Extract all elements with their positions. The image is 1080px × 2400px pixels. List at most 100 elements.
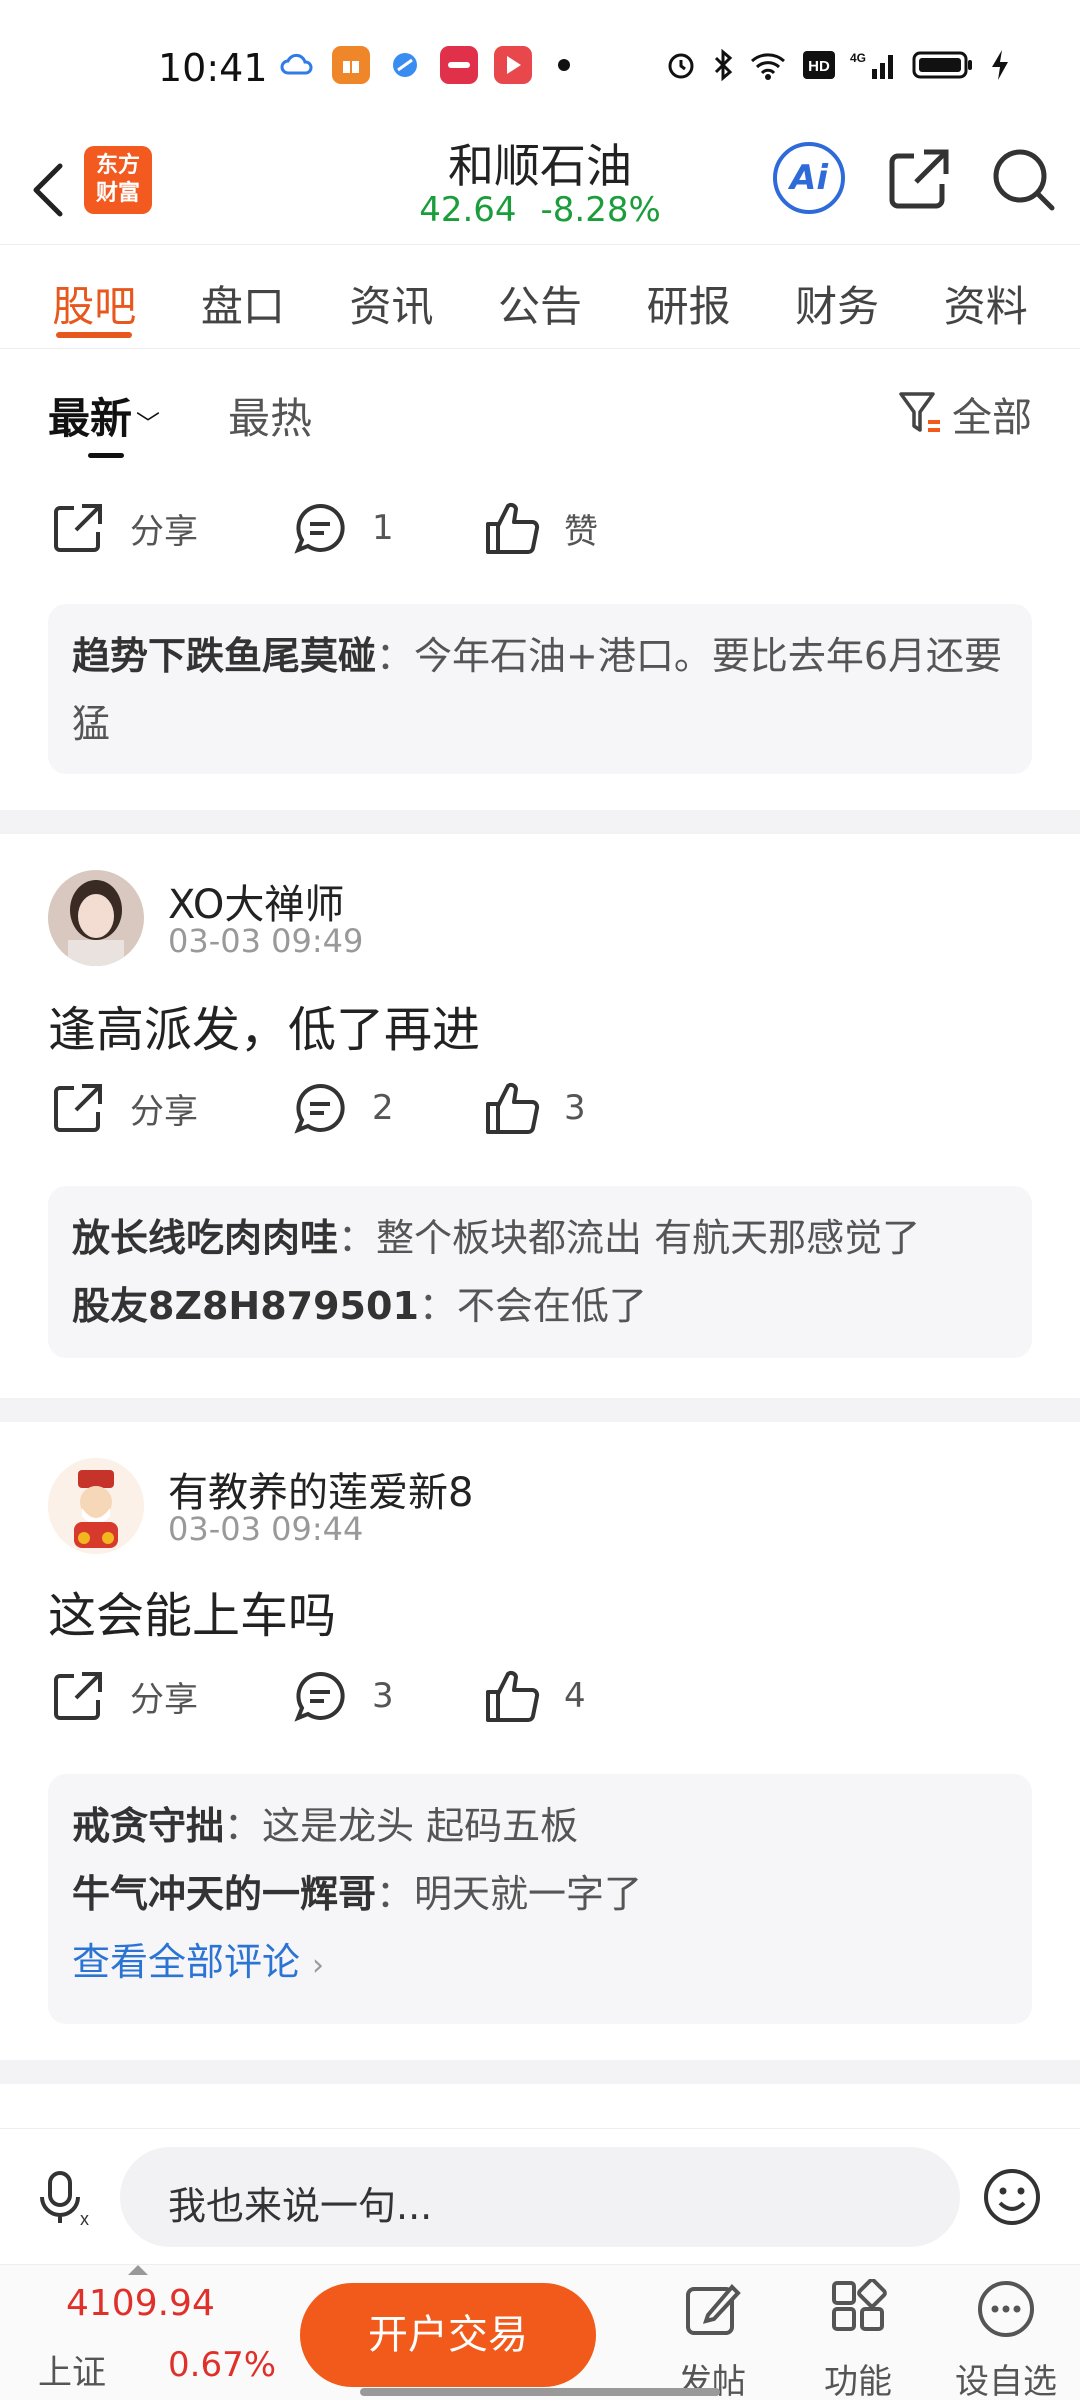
reply-author[interactable]: 戒贪守拙 bbox=[72, 1804, 224, 1848]
reply-box[interactable]: 放长线吃肉肉哇：整个板块都流出 有航天那感觉了 股友8Z8H879501：不会在… bbox=[48, 1186, 1032, 1358]
grid-icon bbox=[832, 2278, 887, 2331]
tab-research[interactable]: 研报 bbox=[614, 245, 763, 348]
filter-icon bbox=[899, 392, 940, 432]
share-button[interactable]: 分享 bbox=[50, 1080, 198, 1136]
like-button[interactable]: 4 bbox=[484, 1668, 586, 1724]
index-name[interactable]: 上证 bbox=[38, 2345, 106, 2394]
more-icon bbox=[978, 2281, 1034, 2337]
reply-author[interactable]: 趋势下跌鱼尾莫碰 bbox=[72, 634, 376, 678]
caret-up-icon bbox=[128, 2265, 148, 2275]
svg-text:HD: HD bbox=[808, 58, 830, 75]
post-actions: 分享 2 3 bbox=[0, 1080, 1080, 1160]
stock-header: 东方 财富 和顺石油 42.64 -8.28% Ai bbox=[0, 130, 1080, 245]
wifi-icon bbox=[748, 48, 788, 82]
share-icon[interactable] bbox=[884, 144, 954, 214]
sort-newest[interactable]: 最新 ﹀ bbox=[48, 385, 160, 446]
share-icon bbox=[54, 504, 102, 552]
index-value[interactable]: 4109.94 bbox=[66, 2283, 215, 2324]
svg-text:4G: 4G bbox=[850, 51, 866, 65]
edit-icon bbox=[686, 2284, 741, 2335]
comment-input-placeholder: 我也来说一句... bbox=[168, 2184, 433, 2228]
like-button[interactable]: 3 bbox=[484, 1080, 586, 1136]
post-content[interactable]: 这会能上车吗 bbox=[48, 1576, 336, 1646]
avatar[interactable] bbox=[48, 870, 144, 966]
like-button[interactable]: 赞 bbox=[484, 500, 598, 556]
reply: 戒贪守拙：这是龙头 起码五板 bbox=[72, 1792, 1008, 1860]
index-change[interactable]: 0.67% bbox=[168, 2345, 276, 2385]
share-button[interactable]: 分享 bbox=[50, 1668, 198, 1724]
like-count: 4 bbox=[564, 1676, 586, 1716]
reply-text: ：不会在低了 bbox=[418, 1284, 647, 1328]
open-account-button[interactable]: 开户交易 bbox=[300, 2283, 596, 2387]
stock-tabs: 股吧 盘口 资讯 公告 研报 财务 资料 bbox=[0, 245, 1080, 349]
share-icon bbox=[54, 1084, 102, 1132]
comment-button[interactable]: 3 bbox=[292, 1668, 394, 1724]
signal-4g-icon: 4G bbox=[850, 48, 898, 82]
comment-input-bar: x 我也来说一句... bbox=[0, 2128, 1080, 2264]
tab-profile[interactable]: 资料 bbox=[911, 245, 1060, 348]
thumbs-up-icon bbox=[486, 1082, 540, 1134]
view-all-comments-link[interactable]: 查看全部评论 › bbox=[72, 1928, 1008, 2000]
functions-button[interactable]: 功能 bbox=[798, 2278, 918, 2400]
thumbs-up-icon bbox=[486, 502, 540, 554]
share-button[interactable]: 分享 bbox=[50, 500, 198, 556]
chevron-down-icon: ﹀ bbox=[136, 410, 161, 438]
reply-text: ：明天就一字了 bbox=[376, 1872, 643, 1916]
reply-author[interactable]: 股友8Z8H879501 bbox=[72, 1284, 419, 1328]
post-separator bbox=[0, 1398, 1080, 1422]
tab-pankou[interactable]: 盘口 bbox=[169, 245, 318, 348]
status-indicators: HD 4G bbox=[664, 48, 1010, 82]
share-label: 分享 bbox=[130, 1679, 198, 1720]
ai-label: Ai bbox=[790, 158, 828, 198]
post-time: 03-03 09:44 bbox=[168, 1510, 364, 1548]
functions-label: 功能 bbox=[824, 2362, 892, 2400]
alarm-icon bbox=[664, 48, 698, 82]
notification-dot-icon bbox=[558, 59, 570, 71]
status-bar: 10:41 HD 4G bbox=[0, 0, 1080, 130]
home-indicator[interactable] bbox=[360, 2388, 720, 2396]
filter-label: 全部 bbox=[952, 395, 1032, 441]
charging-icon bbox=[990, 48, 1010, 82]
comment-icon bbox=[294, 503, 345, 554]
shop-app-icon bbox=[440, 46, 478, 84]
like-count: 3 bbox=[564, 1088, 586, 1128]
post-actions: 分享 3 4 bbox=[0, 1668, 1080, 1748]
tab-guba[interactable]: 股吧 bbox=[20, 245, 169, 348]
share-label: 分享 bbox=[130, 1091, 198, 1132]
share-label: 分享 bbox=[130, 511, 198, 552]
chevron-right-icon: › bbox=[312, 1948, 325, 1983]
reply-box[interactable]: 戒贪守拙：这是龙头 起码五板 牛气冲天的一辉哥：明天就一字了 查看全部评论 › bbox=[48, 1774, 1032, 2024]
thumbs-up-icon bbox=[486, 1670, 540, 1722]
comment-icon bbox=[294, 1083, 345, 1134]
tab-financials[interactable]: 财务 bbox=[763, 245, 912, 348]
bottom-bar: 4109.94 上证 0.67% 开户交易 发帖 功能 设自选 bbox=[0, 2264, 1080, 2400]
ai-assistant-button[interactable]: Ai bbox=[773, 142, 845, 214]
comment-button[interactable]: 1 bbox=[292, 500, 394, 556]
comment-count: 1 bbox=[372, 508, 394, 548]
cloud-app-icon bbox=[278, 46, 316, 84]
sort-hot[interactable]: 最热 bbox=[228, 385, 312, 446]
reply-author[interactable]: 牛气冲天的一辉哥 bbox=[72, 1872, 376, 1916]
post-button[interactable]: 发帖 bbox=[652, 2279, 772, 2400]
search-icon[interactable] bbox=[988, 144, 1058, 214]
sort-bar: 最新 ﹀ 最热 全部 bbox=[0, 349, 1080, 464]
post-time: 03-03 09:49 bbox=[168, 922, 364, 960]
filter-button[interactable]: 全部 bbox=[898, 385, 1032, 443]
tab-news[interactable]: 资讯 bbox=[317, 245, 466, 348]
avatar[interactable] bbox=[48, 1458, 144, 1554]
like-label: 赞 bbox=[564, 511, 598, 552]
sort-newest-label: 最新 bbox=[48, 394, 133, 443]
comment-button[interactable]: 2 bbox=[292, 1080, 394, 1136]
svg-text:x: x bbox=[80, 2209, 89, 2227]
watchlist-label: 设自选 bbox=[955, 2362, 1057, 2400]
tab-announcements[interactable]: 公告 bbox=[466, 245, 615, 348]
add-watchlist-button[interactable]: 设自选 bbox=[946, 2279, 1066, 2400]
comment-input[interactable]: 我也来说一句... bbox=[120, 2147, 960, 2247]
battery-icon bbox=[912, 48, 976, 82]
reply-text: ：这是龙头 起码五板 bbox=[224, 1804, 579, 1848]
emoji-icon[interactable] bbox=[982, 2167, 1042, 2227]
reply-author[interactable]: 放长线吃肉肉哇 bbox=[72, 1216, 338, 1260]
voice-input-icon[interactable]: x bbox=[36, 2167, 96, 2229]
reply-box[interactable]: 趋势下跌鱼尾莫碰：今年石油+港口。要比去年6月还要猛 bbox=[48, 604, 1032, 774]
post-content[interactable]: 逢高派发，低了再进 bbox=[48, 990, 480, 1060]
